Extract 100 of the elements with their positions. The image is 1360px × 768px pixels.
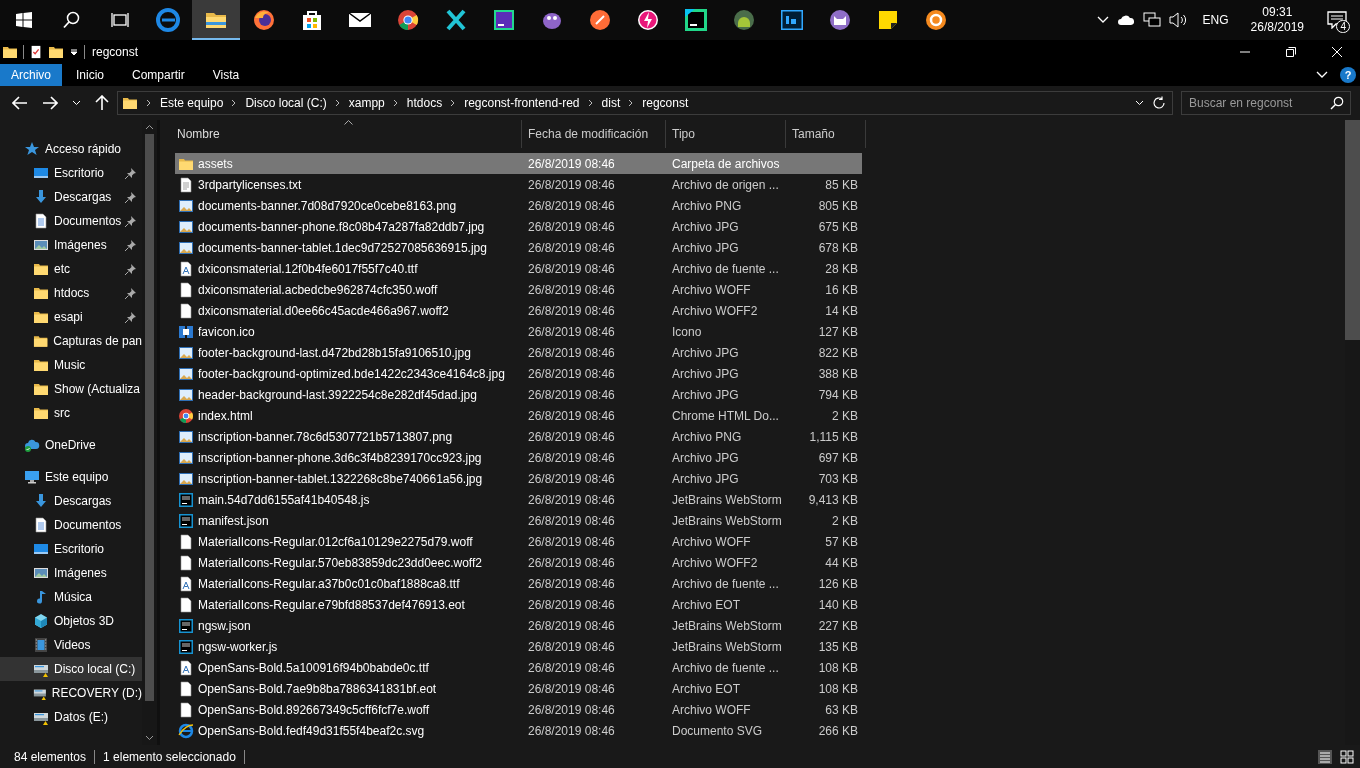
language-indicator[interactable]: ENG — [1196, 13, 1235, 27]
file-row[interactable]: manifest.json 26/8/2019 08:46 JetBrains WebStorm 2 KB — [175, 510, 862, 531]
chevron-right-icon[interactable] — [146, 99, 152, 107]
chevron-right-icon[interactable] — [392, 99, 399, 107]
pin-icon[interactable] — [125, 168, 136, 179]
file-row[interactable]: 3rdpartylicenses.txt 26/8/2019 08:46 Archivo de origen ... 85 KB — [175, 174, 862, 195]
nav-item[interactable]: Documentos — [0, 513, 142, 537]
pin-icon[interactable] — [125, 192, 136, 203]
scroll-down-icon[interactable] — [145, 735, 154, 741]
nav-item[interactable]: Acceso rápido — [0, 137, 142, 161]
breadcrumb[interactable]: htdocs — [406, 96, 443, 110]
details-view-icon[interactable] — [1318, 749, 1332, 764]
ribbon-tab[interactable]: Inicio — [62, 64, 119, 86]
chevron-right-icon[interactable] — [450, 99, 457, 107]
clock-date[interactable]: 26/8/2019 — [1250, 20, 1304, 35]
nav-item[interactable]: Music — [0, 353, 142, 377]
file-row[interactable]: documents-banner-phone.f8c08b47a287fa82ddb7.jpg 26/8/2019 08:46 Archivo JPG 675 KB — [175, 216, 862, 237]
refresh-icon[interactable] — [1152, 96, 1166, 110]
nav-item[interactable]: Escritorio — [0, 161, 142, 185]
nav-item[interactable]: RECOVERY (D:) — [0, 681, 142, 705]
file-row[interactable]: main.54d7dd6155af41b40548.js 26/8/2019 08:46 JetBrains WebStorm 9,413 KB — [175, 489, 862, 510]
nav-item[interactable]: OneDrive — [0, 433, 142, 457]
nav-item[interactable]: Música — [0, 585, 142, 609]
breadcrumb[interactable]: xampp — [348, 96, 385, 110]
nav-item[interactable]: Datos (E:) — [0, 705, 142, 729]
clock-time[interactable]: 09:31 — [1262, 5, 1293, 20]
nav-item[interactable]: esapi — [0, 305, 142, 329]
forward-arrow-icon[interactable] — [42, 96, 58, 110]
file-row[interactable]: header-background-last.3922254c8e282df45dad.jpg 26/8/2019 08:46 Archivo JPG 794 KB — [175, 384, 862, 405]
nav-item[interactable]: src — [0, 401, 142, 425]
nav-item[interactable]: Descargas — [0, 489, 142, 513]
file-row[interactable]: MaterialIcons-Regular.570eb83859dc23dd0eec.woff2 26/8/2019 08:46 Archivo WOFF2 44 KB — [175, 552, 862, 573]
file-row[interactable]: favicon.ico 26/8/2019 08:46 Icono 127 KB — [175, 321, 862, 342]
file-row[interactable]: OpenSans-Bold.892667349c5cff6fcf7e.woff 26/8/2019 08:46 Archivo WOFF 63 KB — [175, 699, 862, 720]
scroll-up-icon[interactable] — [145, 124, 154, 130]
pin-icon[interactable] — [125, 240, 136, 251]
nav-item[interactable]: Descargas — [0, 185, 142, 209]
pin-icon[interactable] — [125, 288, 136, 299]
caret-icon[interactable] — [69, 47, 79, 57]
cloud-icon[interactable] — [1116, 14, 1135, 26]
breadcrumb[interactable]: Disco local (C:) — [245, 96, 327, 110]
up-arrow-icon[interactable] — [95, 95, 109, 111]
nav-item[interactable]: Disco local (C:) — [0, 657, 142, 681]
file-row[interactable]: inscription-banner-phone.3d6c3f4b8239170cc923.jpg 26/8/2019 08:46 Archivo JPG 697 KB — [175, 447, 862, 468]
file-row[interactable]: index.html 26/8/2019 08:46 Chrome HTML Do... 2 KB — [175, 405, 862, 426]
file-row[interactable]: dxiconsmaterial.12f0b4fe6017f55f7c40.ttf 26/8/2019 08:46 Archivo de fuente ... 28 KB — [175, 258, 862, 279]
nav-item[interactable]: Objetos 3D — [0, 609, 142, 633]
ribbon-tab[interactable]: Compartir — [118, 64, 199, 86]
ribbon-tab[interactable]: Archivo — [0, 64, 62, 86]
chevron-right-icon[interactable] — [231, 99, 238, 107]
taskbar-app[interactable] — [192, 0, 240, 40]
file-row[interactable]: footer-background-optimized.bde1422c2343ce4164c8.jpg 26/8/2019 08:46 Archivo JPG 388 KB — [175, 363, 862, 384]
nav-item[interactable]: Capturas de pan — [0, 329, 142, 353]
breadcrumb[interactable]: Este equipo — [160, 96, 224, 110]
chevron-right-icon[interactable] — [587, 99, 594, 107]
chevron-right-icon[interactable] — [334, 99, 341, 107]
chevron-right-icon[interactable] — [628, 99, 635, 107]
nav-item[interactable]: Documentos — [0, 209, 142, 233]
tiles-view-icon[interactable] — [1340, 749, 1354, 764]
nav-item[interactable]: Imágenes — [0, 561, 142, 585]
address-bar[interactable]: Este equipo Disco local (C:) xampp htdocs regconst-frontend-red dist regconst — [117, 91, 1173, 115]
chevron-down-icon[interactable] — [1316, 71, 1328, 79]
notifications-icon[interactable] — [1327, 11, 1347, 29]
file-row[interactable]: MaterialIcons-Regular.a37b0c01c0baf1888ca8.ttf 26/8/2019 08:46 Archivo de fuente ... 126 KB — [175, 573, 862, 594]
breadcrumb[interactable]: dist — [601, 96, 621, 110]
file-row[interactable]: MaterialIcons-Regular.012cf6a10129e2275d79.woff 26/8/2019 08:46 Archivo WOFF 57 KB — [175, 531, 862, 552]
pin-icon[interactable] — [125, 264, 136, 275]
file-row[interactable]: documents-banner.7d08d7920ce0cebe8163.png 26/8/2019 08:46 Archivo PNG 805 KB — [175, 195, 862, 216]
file-row[interactable]: inscription-banner.78c6d5307721b5713807.png 26/8/2019 08:46 Archivo PNG 1,115 KB — [175, 426, 862, 447]
speaker-icon[interactable] — [1168, 12, 1189, 28]
pin-icon[interactable] — [125, 216, 136, 227]
search-field[interactable]: Buscar en regconst — [1181, 91, 1351, 115]
file-row[interactable]: inscription-banner-tablet.1322268c8be740661a56.jpg 26/8/2019 08:46 Archivo JPG 703 KB — [175, 468, 862, 489]
nav-item[interactable]: Show (Actualiza — [0, 377, 142, 401]
file-row[interactable]: OpenSans-Bold.7ae9b8ba7886341831bf.eot 26/8/2019 08:46 Archivo EOT 108 KB — [175, 678, 862, 699]
file-row[interactable]: dxiconsmaterial.d0ee66c45acde466a967.woff2 26/8/2019 08:46 Archivo WOFF2 14 KB — [175, 300, 862, 321]
file-row[interactable]: ngsw.json 26/8/2019 08:46 JetBrains WebStorm 227 KB — [175, 615, 862, 636]
network-icon[interactable] — [1142, 12, 1161, 28]
file-row[interactable]: dxiconsmaterial.acbedcbe962874cfc350.woff 26/8/2019 08:46 Archivo WOFF 16 KB — [175, 279, 862, 300]
column-header[interactable]: Tipo — [666, 120, 786, 148]
ribbon-tab[interactable]: Vista — [198, 64, 254, 86]
pin-icon[interactable] — [125, 312, 136, 323]
breadcrumb[interactable]: regconst-frontend-red — [464, 96, 580, 110]
file-row[interactable]: footer-background-last.d472bd28b15fa9106510.jpg 26/8/2019 08:46 Archivo JPG 822 KB — [175, 342, 862, 363]
column-header[interactable]: Fecha de modificación — [522, 120, 666, 148]
back-arrow-icon[interactable] — [12, 96, 28, 110]
properties-icon[interactable] — [29, 44, 43, 60]
nav-item[interactable]: Imágenes — [0, 233, 142, 257]
file-row[interactable]: OpenSans-Bold.5a100916f94b0babde0c.ttf 26/8/2019 08:46 Archivo de fuente ... 108 KB — [175, 657, 862, 678]
nav-item[interactable]: Videos — [0, 633, 142, 657]
breadcrumb[interactable]: regconst — [642, 96, 689, 110]
nav-item[interactable]: Este equipo — [0, 465, 142, 489]
file-row[interactable]: OpenSans-Bold.fedf49d31f55f4beaf2c.svg 26/8/2019 08:46 Documento SVG 266 KB — [175, 720, 862, 741]
nav-item[interactable]: Escritorio — [0, 537, 142, 561]
file-row[interactable]: ngsw-worker.js 26/8/2019 08:46 JetBrains WebStorm 135 KB — [175, 636, 862, 657]
caret-icon[interactable] — [1135, 100, 1144, 106]
caret-icon[interactable] — [72, 100, 81, 106]
file-row[interactable]: MaterialIcons-Regular.e79bfd88537def476913.eot 26/8/2019 08:46 Archivo EOT 140 KB — [175, 594, 862, 615]
column-header[interactable]: Nombre — [175, 120, 522, 148]
file-row[interactable]: documents-banner-tablet.1dec9d72527085636915.jpg 26/8/2019 08:46 Archivo JPG 678 KB — [175, 237, 862, 258]
